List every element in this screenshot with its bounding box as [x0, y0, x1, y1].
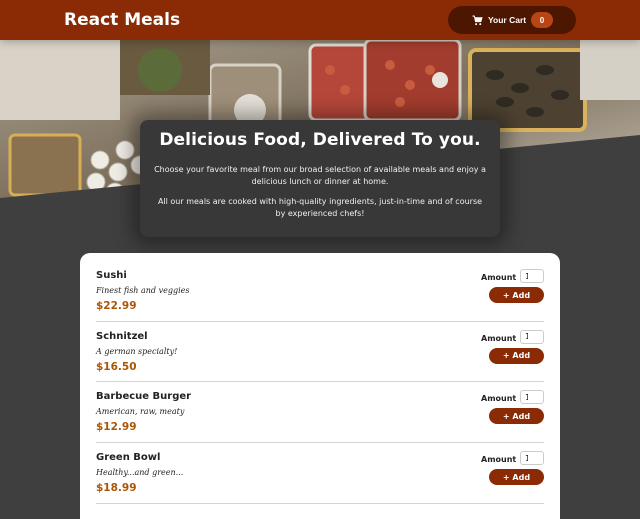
meals-summary-card: Delicious Food, Delivered To you. Choose… [140, 120, 500, 237]
amount-label: Amount [481, 455, 517, 465]
amount-label: Amount [481, 273, 517, 282]
meal-name: Barbecue Burger [96, 391, 192, 403]
meal-description: Healthy...and green... [96, 468, 184, 478]
amount-input[interactable] [520, 329, 544, 344]
cart-label: Your Cart [488, 15, 527, 25]
meal-item-schnitzel: Schnitzel A german specialty! $16.50 Amo… [96, 322, 544, 383]
add-to-cart-button[interactable]: + Add [489, 408, 544, 425]
amount-input[interactable] [520, 269, 544, 283]
cart-icon [472, 15, 483, 26]
summary-paragraph-1: Choose your favorite meal from our broad… [154, 165, 486, 186]
amount-label: Amount [481, 394, 517, 404]
add-to-cart-button[interactable]: + Add [489, 287, 544, 303]
cart-count-badge: 0 [531, 12, 553, 28]
meal-item-sushi: Sushi Finest fish and veggies $22.99 Amo… [96, 261, 544, 322]
meal-item-barbecue-burger: Barbecue Burger American, raw, meaty $12… [96, 382, 544, 444]
amount-input[interactable] [520, 390, 544, 405]
meal-price: $12.99 [96, 421, 137, 434]
meal-description: Finest fish and veggies [96, 286, 190, 295]
meal-name: Sushi [96, 270, 127, 281]
meal-item-green-bowl: Green Bowl Healthy...and green... $18.99… [96, 443, 544, 504]
app-header: React Meals Your Cart 0 [0, 0, 640, 40]
meal-price: $16.50 [96, 360, 137, 373]
summary-paragraph-2: All our meals are cooked with high-quali… [157, 197, 483, 218]
cart-button[interactable]: Your Cart 0 [448, 6, 576, 34]
amount-input[interactable] [520, 451, 544, 466]
meal-name: Schnitzel [96, 330, 148, 342]
meal-name: Green Bowl [96, 452, 161, 464]
meals-list-card: Sushi Finest fish and veggies $22.99 Amo… [80, 253, 560, 519]
add-to-cart-button[interactable]: + Add [489, 347, 544, 364]
amount-label: Amount [481, 333, 517, 343]
app-title: React Meals [64, 10, 181, 30]
meal-description: A german specialty! [96, 346, 178, 356]
summary-title: Delicious Food, Delivered To you. [159, 130, 481, 150]
meal-description: American, raw, meaty [96, 407, 185, 417]
add-to-cart-button[interactable]: + Add [489, 469, 544, 486]
meal-price: $18.99 [96, 482, 137, 495]
meal-price: $22.99 [96, 300, 137, 312]
